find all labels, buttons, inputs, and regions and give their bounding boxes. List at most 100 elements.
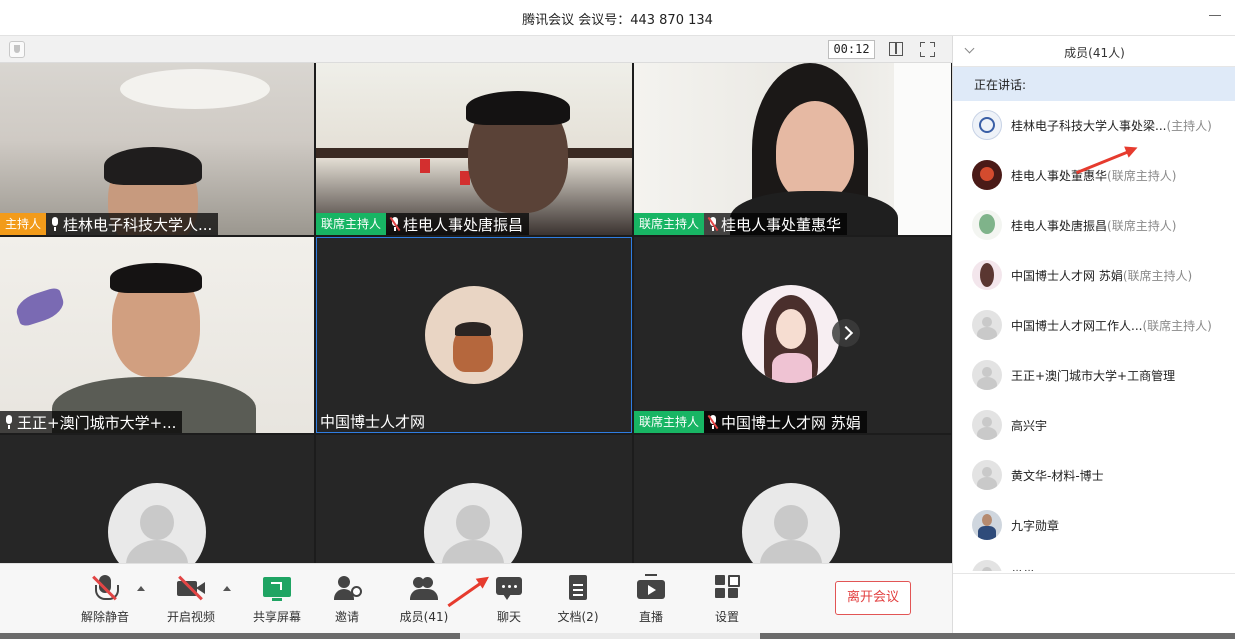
member-name: 中国博士人才网工作人...: [1011, 319, 1143, 333]
member-name: 桂林电子科技大学人事处梁...: [1011, 119, 1167, 133]
participant-name: 桂电人事处董惠华: [721, 215, 842, 234]
share-screen-icon: [262, 574, 292, 602]
default-avatar-icon: [424, 483, 522, 563]
member-row[interactable]: 桂林电子科技大学人事处梁...(主持人): [953, 101, 1235, 151]
unmute-button[interactable]: 解除静音: [73, 574, 137, 625]
member-row[interactable]: 高兴宇: [953, 401, 1235, 451]
leave-meeting-button[interactable]: 离开会议: [835, 581, 911, 615]
video-tile-selected[interactable]: 中国博士人才网: [316, 237, 632, 433]
role-badge: 联席主持人: [316, 213, 387, 235]
unmute-label: 解除静音: [80, 610, 129, 624]
speaking-label: 正在讲话:: [974, 78, 1027, 92]
security-shield-icon[interactable]: [9, 41, 25, 58]
video-tile-placeholder[interactable]: [634, 435, 951, 563]
participant-name: 王正+澳门城市大学+...: [17, 413, 177, 432]
member-row[interactable]: 王正+澳门城市大学+工商管理: [953, 351, 1235, 401]
video-tile-cohost[interactable]: 联席主持人 桂电人事处董惠华: [634, 63, 951, 235]
default-avatar-icon: [972, 410, 1002, 440]
member-list: 桂林电子科技大学人事处梁...(主持人) 桂电人事处董惠华(联席主持人) 桂电人…: [953, 101, 1235, 571]
member-name-line: 常常: [1011, 567, 1035, 571]
live-button[interactable]: 直播: [619, 574, 683, 625]
member-avatar: [972, 510, 1002, 540]
mic-muted-icon: [707, 216, 719, 232]
member-name: 桂电人事处唐振昌: [1011, 219, 1108, 233]
members-panel: 成员(41人) 正在讲话: 桂林电子科技大学人事处梁...(主持人) 桂电人事处…: [952, 36, 1235, 633]
invite-button[interactable]: 邀请: [315, 574, 379, 625]
video-grid: 主持人 桂林电子科技大学人... 联席主持人 桂电人事处唐振昌 联席主持人 桂电…: [0, 63, 952, 563]
member-name: 中国博士人才网 苏娟: [1011, 269, 1123, 283]
video-tile-placeholder[interactable]: [0, 435, 314, 563]
video-tile-cohost[interactable]: 联席主持人 桂电人事处唐振昌: [316, 63, 632, 235]
tile-label: 王正+澳门城市大学+...: [0, 411, 183, 433]
member-role: (联席主持人): [1122, 269, 1193, 283]
share-screen-label: 共享屏幕: [252, 610, 301, 624]
invite-label: 邀请: [334, 610, 359, 624]
member-name-line: 九字勋章: [1011, 517, 1059, 534]
role-badge: 联席主持人: [634, 411, 705, 433]
members-label: 成员(41): [399, 610, 449, 624]
invite-user-icon: [332, 574, 362, 602]
member-row[interactable]: 九字勋章: [953, 501, 1235, 551]
member-avatar: [972, 160, 1002, 190]
video-tile-participant[interactable]: 王正+澳门城市大学+...: [0, 237, 314, 433]
member-row[interactable]: 中国博士人才网工作人...(联席主持人): [953, 301, 1235, 351]
members-panel-footer: [953, 573, 1235, 633]
mic-off-icon: [90, 574, 120, 602]
member-row[interactable]: 中国博士人才网 苏娟(联席主持人): [953, 251, 1235, 301]
mic-icon: [50, 217, 60, 231]
member-name-line: 王正+澳门城市大学+工商管理: [1011, 367, 1175, 384]
member-avatar: [972, 210, 1002, 240]
member-name-line: 桂电人事处董惠华(联席主持人): [1011, 167, 1176, 184]
members-button[interactable]: 成员(41): [392, 574, 456, 625]
member-name: 九字勋章: [1011, 519, 1060, 533]
participant-hair: [466, 91, 570, 125]
video-tile-placeholder[interactable]: [316, 435, 632, 563]
window-title: 腾讯会议 会议号：443 870 134: [522, 13, 713, 28]
docs-label: 文档(2): [557, 610, 599, 624]
tile-label: 联席主持人 桂电人事处董惠华: [634, 213, 848, 235]
default-avatar-icon: [972, 460, 1002, 490]
audio-options-caret-icon[interactable]: [137, 586, 145, 591]
tile-label: 联席主持人 桂电人事处唐振昌: [316, 213, 530, 235]
member-name-line: 中国博士人才网 苏娟(联席主持人): [1011, 267, 1192, 284]
video-options-caret-icon[interactable]: [223, 586, 231, 591]
settings-button[interactable]: 设置: [695, 574, 759, 625]
avatar-figure-hair: [455, 322, 491, 336]
default-avatar-icon: [742, 483, 840, 563]
docs-button[interactable]: 文档(2): [546, 574, 610, 625]
next-page-arrow[interactable]: [832, 319, 860, 347]
tencent-meeting-window: 腾讯会议 会议号：443 870 134 00:12 主持人 桂林电子科技大学人…: [0, 0, 1235, 639]
share-screen-button[interactable]: 共享屏幕: [245, 574, 309, 625]
layout-toggle-icon[interactable]: [889, 42, 903, 56]
avatar: [742, 285, 840, 383]
university-logo-avatar: [972, 110, 1002, 140]
tile-label: 中国博士人才网: [317, 410, 431, 432]
live-label: 直播: [638, 610, 663, 624]
chat-label: 聊天: [496, 610, 521, 624]
participant-name: 桂林电子科技大学人...: [63, 215, 213, 234]
members-icon: [409, 574, 439, 602]
start-video-button[interactable]: 开启视频: [159, 574, 223, 625]
member-row[interactable]: 桂电人事处董惠华(联席主持人): [953, 151, 1235, 201]
member-name: 高兴宇: [1011, 419, 1048, 433]
decoration: [420, 159, 430, 173]
video-tile-cohost[interactable]: 联席主持人 中国博士人才网 苏娟: [634, 237, 951, 433]
start-video-label: 开启视频: [166, 610, 215, 624]
member-name-line: 中国博士人才网工作人...(联席主持人): [1011, 317, 1212, 334]
role-badge: 联席主持人: [634, 213, 705, 235]
video-tile-host[interactable]: 主持人 桂林电子科技大学人...: [0, 63, 314, 235]
mic-icon: [4, 415, 14, 429]
member-row[interactable]: 黄文华-材料-博士: [953, 451, 1235, 501]
member-name-line: 桂林电子科技大学人事处梁...(主持人): [1011, 117, 1212, 134]
fullscreen-icon[interactable]: [920, 42, 935, 57]
member-row[interactable]: 桂电人事处唐振昌(联席主持人): [953, 201, 1235, 251]
member-row[interactable]: 常常: [953, 551, 1235, 571]
participant-head: [776, 101, 854, 201]
member-role: (联席主持人): [1107, 219, 1177, 233]
chat-icon: [494, 574, 524, 602]
mic-muted-icon: [389, 216, 401, 232]
participant-name: 桂电人事处唐振昌: [403, 215, 524, 234]
minimize-icon[interactable]: [1209, 8, 1223, 22]
settings-grid-icon: [712, 574, 742, 602]
members-panel-title: 成员(41人): [1064, 46, 1125, 60]
